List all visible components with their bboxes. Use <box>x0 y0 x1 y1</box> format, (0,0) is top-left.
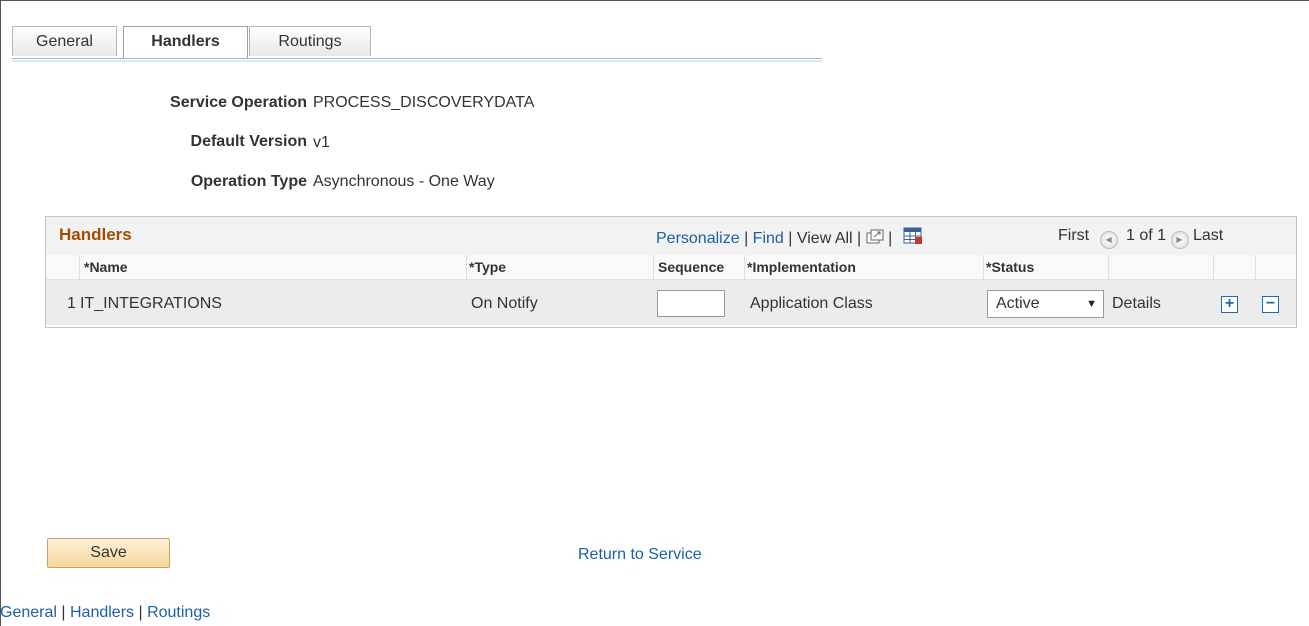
column-header-type[interactable]: *Type <box>469 259 506 275</box>
previous-arrow-icon[interactable]: ◀ <box>1099 231 1118 249</box>
toolbar-separator: | <box>888 230 893 247</box>
handler-implementation: Application Class <box>750 295 873 312</box>
toolbar-separator: | <box>744 230 749 247</box>
tab-underline-shadow <box>12 60 822 62</box>
service-operation-value: PROCESS_DISCOVERYDATA <box>313 94 535 111</box>
column-divider <box>466 255 467 280</box>
column-divider <box>1255 255 1256 280</box>
dropdown-arrow-icon: ▼ <box>1086 298 1097 310</box>
column-header-sequence[interactable]: Sequence <box>658 259 724 275</box>
tab-routings[interactable]: Routings <box>249 26 371 56</box>
save-button[interactable]: Save <box>47 538 170 568</box>
sequence-input[interactable] <box>657 290 725 317</box>
footer-link-general[interactable]: General <box>0 604 57 621</box>
new-window-icon[interactable] <box>866 229 884 250</box>
column-divider <box>744 255 745 280</box>
next-arrow-icon[interactable]: ▶ <box>1170 231 1189 249</box>
find-link[interactable]: Find <box>753 230 784 247</box>
row-number: 1 <box>67 295 76 312</box>
column-divider <box>79 255 80 280</box>
column-divider <box>653 255 654 280</box>
operation-type-label: Operation Type <box>190 173 307 190</box>
add-row-button[interactable]: + <box>1221 296 1238 313</box>
footer-link-handlers[interactable]: Handlers <box>70 604 134 621</box>
tab-underline <box>12 58 822 59</box>
window-left-border <box>0 0 1 626</box>
column-header-name[interactable]: *Name <box>84 259 128 275</box>
toolbar-separator: | <box>788 230 793 247</box>
grid-header: Handlers Personalize | Find | View All |… <box>46 217 1296 256</box>
column-header-status[interactable]: *Status <box>986 259 1034 275</box>
grid-pager: First ◀ 1 of 1 ▶ Last <box>1058 227 1223 249</box>
handler-name: IT_INTEGRATIONS <box>80 295 222 312</box>
column-header-implementation[interactable]: *Implementation <box>747 259 856 275</box>
last-link[interactable]: Last <box>1193 227 1223 244</box>
return-to-service-link[interactable]: Return to Service <box>578 546 702 564</box>
toolbar-separator: | <box>857 230 862 247</box>
status-value: Active <box>996 295 1040 312</box>
page-count: 1 of 1 <box>1126 227 1167 244</box>
default-version-value: v1 <box>313 134 330 151</box>
handler-type: On Notify <box>471 295 538 312</box>
column-divider <box>1108 255 1109 280</box>
service-operation-label: Service Operation <box>170 94 307 111</box>
default-version-label: Default Version <box>190 133 307 150</box>
window-top-border <box>0 0 1309 1</box>
footer-separator: | <box>138 604 143 621</box>
column-divider <box>983 255 984 280</box>
status-select[interactable]: Active ▼ <box>987 290 1104 318</box>
personalize-link[interactable]: Personalize <box>656 230 740 247</box>
footer-link-routings[interactable]: Routings <box>147 604 210 621</box>
tab-general[interactable]: General <box>12 26 117 56</box>
grid-title: Handlers <box>59 225 132 244</box>
column-divider <box>1213 255 1214 280</box>
handlers-grid: Handlers Personalize | Find | View All |… <box>45 216 1297 328</box>
footer-tab-links: General | Handlers | Routings <box>0 604 210 622</box>
view-all-link[interactable]: View All <box>797 230 853 247</box>
operation-type-value: Asynchronous - One Way <box>313 173 495 190</box>
first-link[interactable]: First <box>1058 227 1089 244</box>
download-grid-icon[interactable] <box>903 227 923 250</box>
delete-row-button[interactable]: − <box>1262 296 1279 313</box>
grid-toolbar: Personalize | Find | View All | | <box>656 227 923 250</box>
details-link[interactable]: Details <box>1112 295 1161 313</box>
tab-handlers[interactable]: Handlers <box>123 26 248 59</box>
footer-separator: | <box>61 604 66 621</box>
